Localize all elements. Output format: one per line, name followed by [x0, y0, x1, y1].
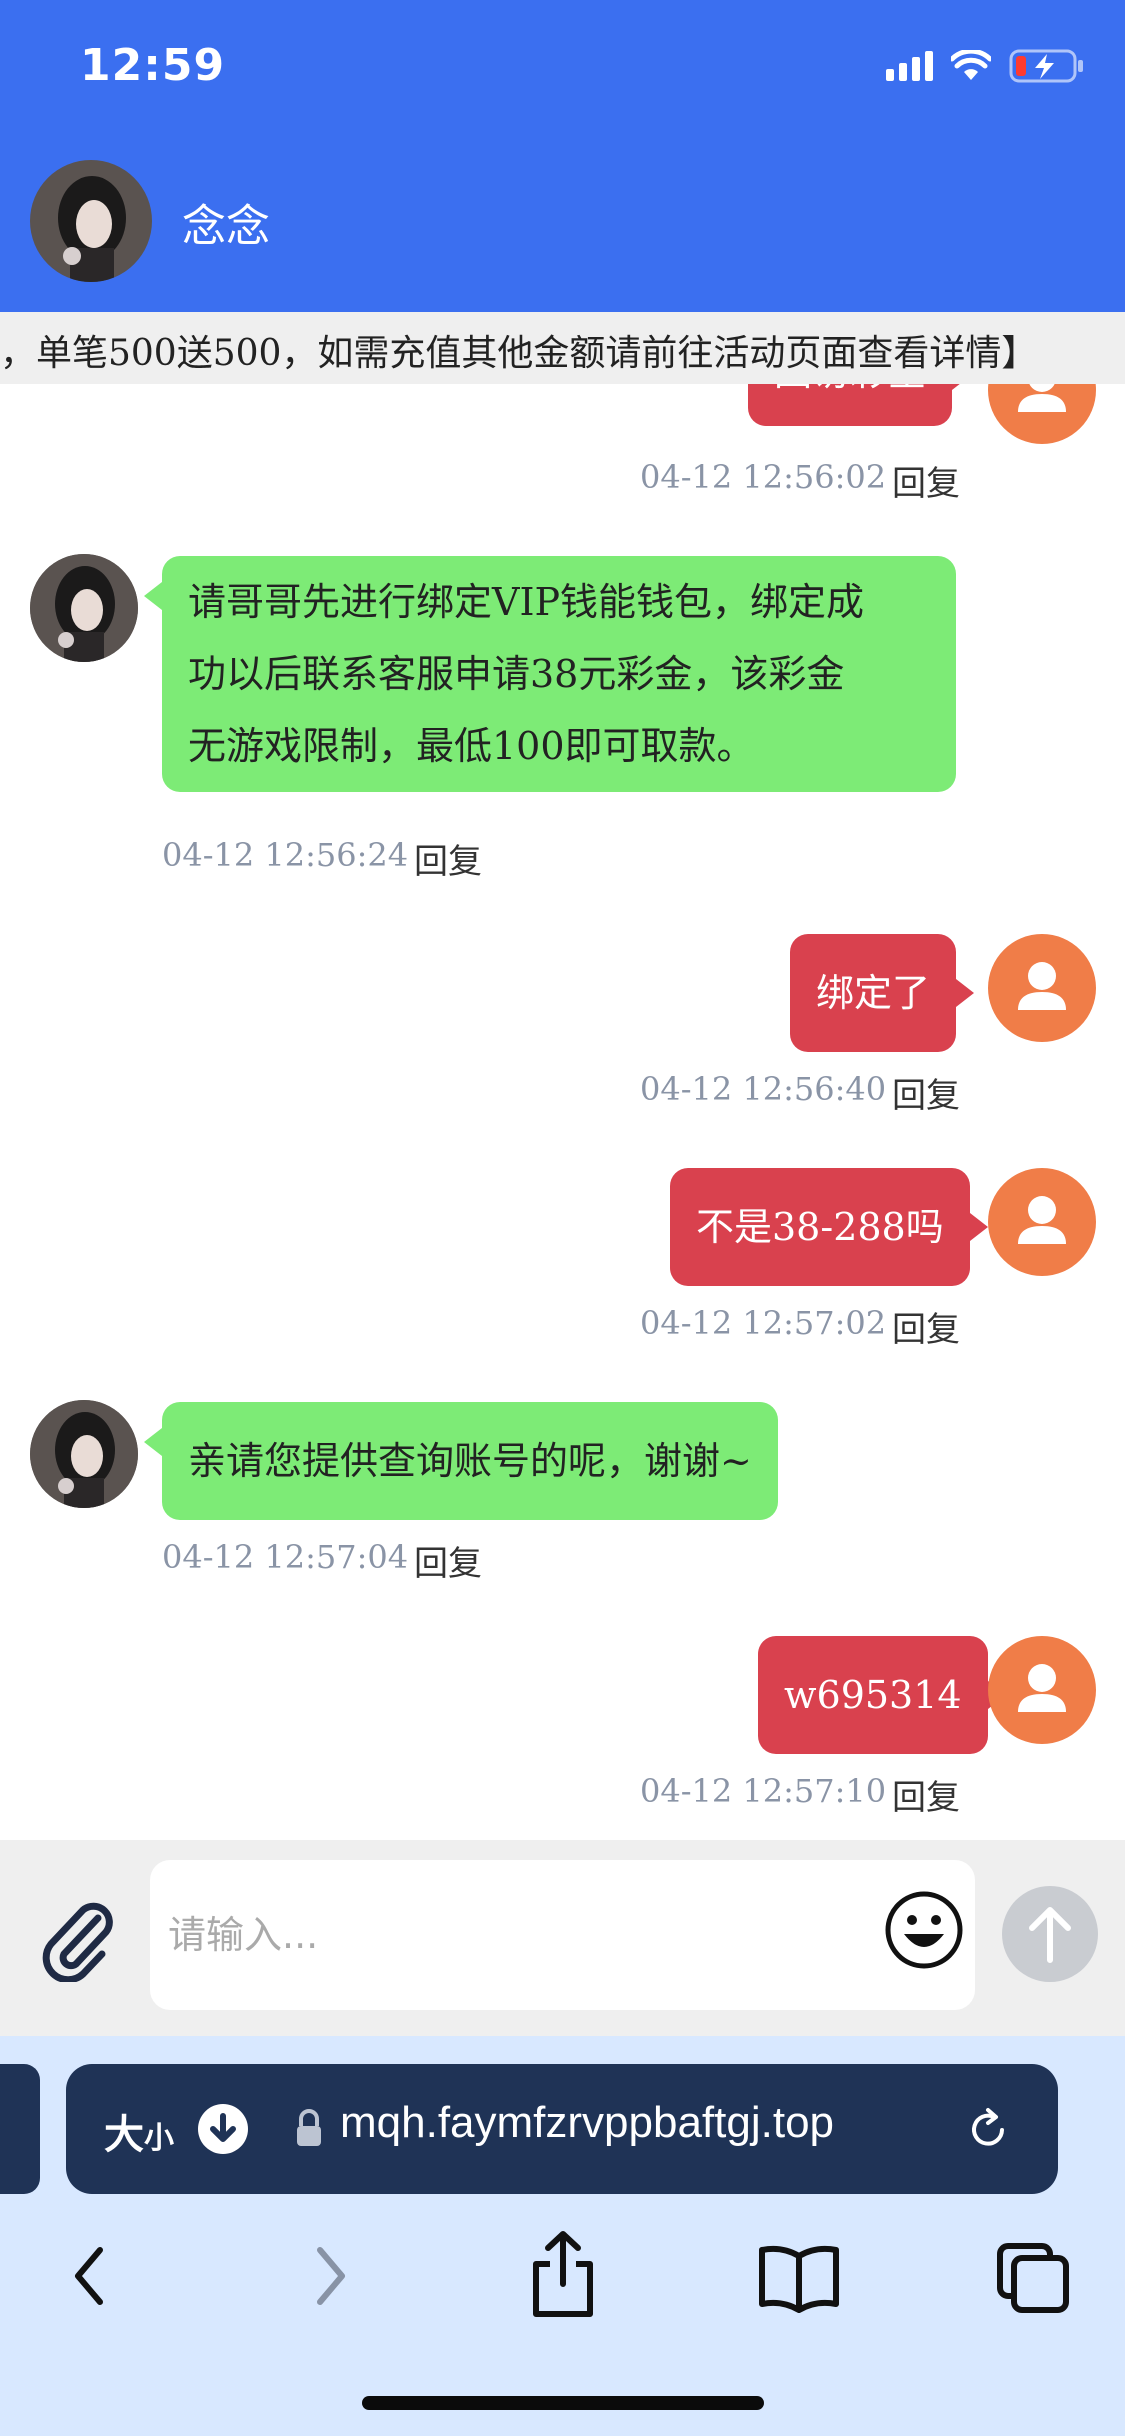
text-size-small: 小 [144, 2121, 174, 2156]
incoming-message[interactable]: 请哥哥先进行绑定VIP钱能钱包，绑定成 功以后联系客服申请38元彩金，该彩金 无… [144, 556, 956, 792]
announcement-text: ，单笔500送500，如需充值其他金额请前往活动页面查看详情】 [0, 333, 1038, 374]
user-avatar [988, 384, 1096, 444]
message-text: 不是38-288吗 [696, 1205, 944, 1249]
message-timestamp: 04-12 12:57:02 [640, 1304, 887, 1342]
message-input-bar [0, 1840, 1125, 2036]
back-icon[interactable] [44, 2236, 134, 2316]
paperclip-icon[interactable] [34, 1898, 118, 1982]
message-line: 请哥哥先进行绑定VIP钱能钱包，绑定成 [188, 580, 865, 624]
text-size-button[interactable]: 大小 [104, 2102, 174, 2160]
share-icon[interactable] [518, 2226, 608, 2320]
smiley-icon[interactable] [882, 1888, 966, 1972]
url-text: mqh.faymfzrvppbaftgj.top [340, 2098, 835, 2147]
tabs-icon[interactable] [990, 2236, 1080, 2316]
message-timestamp: 04-12 12:56:02 [640, 458, 887, 496]
lock-icon [297, 2109, 321, 2146]
user-avatar [988, 934, 1096, 1042]
message-input[interactable] [168, 1900, 848, 1970]
battery-charging-icon [1009, 49, 1083, 83]
reply-link[interactable]: 回复 [892, 1302, 960, 1351]
previous-tab-preview[interactable] [0, 2064, 40, 2194]
message-text: 回访彩金 [774, 384, 926, 394]
send-button[interactable] [1002, 1886, 1098, 1982]
message-text: 绑定了 [816, 971, 931, 1015]
chat-header: 12:59 念念 [0, 0, 1125, 312]
message-text: w695314 [784, 1673, 962, 1717]
message-line: 无游戏限制，最低100即可取款。 [188, 724, 755, 768]
forward-icon[interactable] [286, 2236, 376, 2316]
user-avatar [988, 1636, 1096, 1744]
reply-link[interactable]: 回复 [892, 456, 960, 505]
outgoing-message[interactable]: w695314 [758, 1636, 1006, 1754]
message-timestamp: 04-12 12:57:10 [640, 1772, 887, 1810]
message-timestamp: 04-12 12:57:04 [162, 1538, 409, 1576]
announcement-marquee: ，单笔500送500，如需充值其他金额请前往活动页面查看详情】 [0, 312, 1125, 384]
message-text: 亲请您提供查询账号的呢，谢谢~ [188, 1439, 752, 1483]
message-line: 功以后联系客服申请38元彩金，该彩金 [188, 652, 845, 696]
send-arrow-icon [1029, 1907, 1071, 1963]
download-icon[interactable] [198, 2104, 248, 2154]
contact-name: 念念 [182, 201, 270, 252]
message-timestamp: 04-12 12:56:24 [162, 836, 409, 874]
outgoing-message[interactable]: 不是38-288吗 [670, 1168, 988, 1286]
incoming-message[interactable]: 亲请您提供查询账号的呢，谢谢~ [144, 1402, 778, 1520]
message-list[interactable]: 回访彩金 04-12 12:56:02 回复 请哥哥先进行绑定VIP钱能钱包，绑… [0, 384, 1125, 1840]
reload-icon[interactable] [962, 2104, 1014, 2156]
outgoing-message[interactable]: 绑定了 [790, 934, 975, 1052]
wifi-icon [951, 50, 991, 80]
contact-avatar[interactable] [30, 160, 152, 282]
reply-link[interactable]: 回复 [414, 1536, 482, 1585]
address-bar[interactable]: 大小 mqh.faymfzrvppbaftgj.top [66, 2064, 1058, 2194]
text-size-large: 大 [104, 2112, 144, 2158]
outgoing-message[interactable]: 回访彩金 [748, 384, 971, 426]
reply-link[interactable]: 回复 [414, 834, 482, 883]
reply-link[interactable]: 回复 [892, 1770, 960, 1819]
browser-toolbar: 大小 mqh.faymfzrvppbaftgj.top [0, 2036, 1125, 2436]
status-time: 12:59 [80, 40, 226, 91]
home-indicator[interactable] [362, 2396, 764, 2410]
contact-avatar [30, 1400, 138, 1508]
reply-link[interactable]: 回复 [892, 1068, 960, 1117]
cellular-signal-icon [886, 51, 933, 81]
user-avatar [988, 1168, 1096, 1276]
status-icons [886, 46, 1085, 86]
screen: 12:59 念念 ，单笔500送500，如需充值其他金额请前往活动页面查看详情】… [0, 0, 1125, 2436]
message-input-box[interactable] [150, 1860, 975, 2010]
message-timestamp: 04-12 12:56:40 [640, 1070, 887, 1108]
contact-avatar [30, 554, 138, 662]
bookmarks-icon[interactable] [754, 2236, 844, 2316]
